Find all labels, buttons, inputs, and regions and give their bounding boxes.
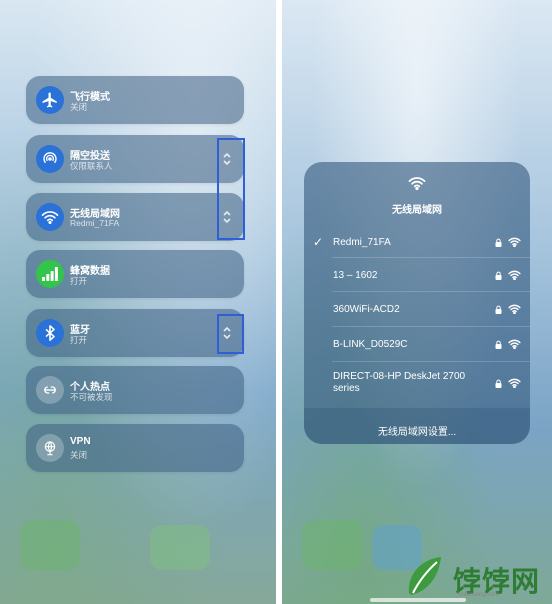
wifi-network-row[interactable]: B-LINK_D0529C — [304, 328, 530, 362]
wifi-icon — [36, 203, 64, 231]
bluetooth-tile[interactable]: 蓝牙 打开 — [26, 309, 244, 357]
lock-icon — [495, 340, 502, 349]
airplane-mode-tile[interactable]: 飞行模式 关闭 — [26, 76, 244, 124]
tile-subtitle: 不可被发现 — [70, 392, 113, 402]
leaf-logo-icon — [408, 557, 441, 595]
bluetooth-icon — [36, 319, 64, 347]
wifi-signal-icon — [508, 339, 521, 349]
wifi-signal-icon — [508, 237, 521, 247]
wifi-network-row[interactable]: DIRECT-08-HP DeskJet 2700 series — [304, 365, 530, 405]
watermark-subtext: bobowang.com — [458, 592, 499, 598]
hotspot-icon — [36, 376, 64, 404]
wifi-signal-icon — [508, 270, 521, 280]
dock-blur — [20, 520, 80, 570]
row-separator — [332, 291, 530, 292]
wifi-icon — [408, 177, 426, 190]
cellular-icon — [36, 260, 64, 288]
wifi-network-list: 无线局域网 ✓ Redmi_71FA 13 – 1602 360WiFi-ACD… — [304, 162, 530, 444]
wifi-signal-icon — [508, 304, 521, 314]
wifi-network-row[interactable]: ✓ Redmi_71FA — [304, 226, 530, 260]
wifi-network-row[interactable]: 360WiFi-ACD2 — [304, 293, 530, 327]
row-separator — [332, 361, 530, 362]
highlight-box — [217, 314, 244, 354]
network-name: B-LINK_D0529C — [333, 339, 408, 350]
lock-icon — [495, 379, 502, 388]
tile-subtitle: 关闭 — [70, 450, 88, 460]
tile-title: VPN — [70, 436, 91, 447]
dock-blur — [150, 525, 210, 570]
airplane-icon — [36, 86, 64, 114]
vpn-tile[interactable]: VPN 关闭 — [26, 424, 244, 472]
wifi-signal-icon — [508, 378, 521, 388]
tile-subtitle: 打开 — [70, 335, 88, 345]
highlight-box — [217, 138, 245, 240]
tile-subtitle: 关闭 — [70, 102, 88, 112]
wifi-settings-button[interactable]: 无线局域网设置... — [304, 423, 530, 438]
lock-icon — [495, 238, 502, 247]
airdrop-icon — [36, 145, 64, 173]
lock-icon — [495, 305, 502, 314]
wifi-list-title: 无线局域网 — [392, 205, 442, 216]
network-name: Redmi_71FA — [333, 237, 391, 248]
tile-subtitle: Redmi_71FA — [70, 218, 120, 228]
checkmark-icon: ✓ — [313, 235, 324, 249]
airdrop-tile[interactable]: 隔空投送 仅限联系人 — [26, 135, 244, 183]
row-separator — [332, 257, 530, 258]
network-name: DIRECT-08-HP DeskJet 2700 series — [333, 371, 466, 394]
vpn-icon — [36, 434, 64, 462]
row-separator — [332, 326, 530, 327]
cellular-data-tile[interactable]: 蜂窝数据 打开 — [26, 250, 244, 298]
control-center-right-panel: 无线局域网 ✓ Redmi_71FA 13 – 1602 360WiFi-ACD… — [282, 0, 552, 604]
tile-subtitle: 仅限联系人 — [70, 161, 113, 171]
control-center-left-panel: 飞行模式 关闭 隔空投送 仅限联系人 无线局域网 Redmi_71FA 蜂窝数据… — [0, 0, 276, 604]
lock-icon — [495, 271, 502, 280]
personal-hotspot-tile[interactable]: 个人热点 不可被发现 — [26, 366, 244, 414]
network-name: 360WiFi-ACD2 — [333, 304, 400, 315]
wifi-tile[interactable]: 无线局域网 Redmi_71FA — [26, 193, 244, 241]
dock-blur — [302, 520, 362, 570]
tile-subtitle: 打开 — [70, 276, 88, 286]
network-name: 13 – 1602 — [333, 270, 378, 281]
wifi-network-row[interactable]: 13 – 1602 — [304, 259, 530, 293]
